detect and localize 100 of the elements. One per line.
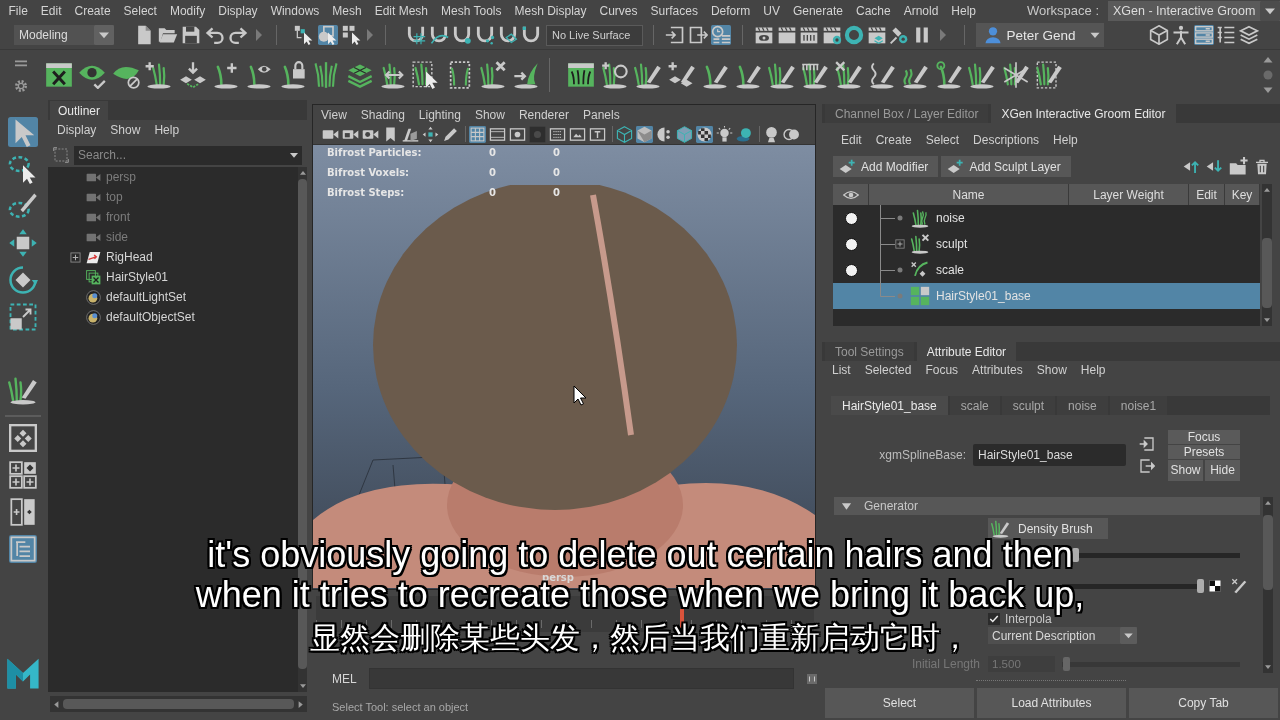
arrow-left-icon[interactable]: [52, 699, 61, 709]
outliner-item[interactable]: HairStyle01: [106, 270, 169, 284]
menu-item[interactable]: Curves: [593, 2, 645, 19]
workspace-dropdown[interactable]: XGen - Interactive Groom: [1108, 0, 1280, 21]
clapperboard-layers-icon[interactable]: [866, 25, 887, 45]
menu-item[interactable]: Cache: [849, 2, 898, 19]
node-tab[interactable]: sculpt: [1001, 396, 1056, 415]
cube-outline-icon[interactable]: [1148, 25, 1169, 45]
lasso-cursor-icon[interactable]: [8, 154, 38, 184]
sphere-stand-icon[interactable]: [763, 125, 780, 143]
outliner-item[interactable]: front: [106, 210, 130, 224]
arrow-up-icon[interactable]: [1263, 186, 1271, 194]
scrollbar-thumb[interactable]: [63, 699, 294, 709]
figure-icon[interactable]: [1171, 25, 1191, 45]
menu-item[interactable]: Mesh Tools: [434, 2, 508, 19]
menu-item[interactable]: Generate: [786, 2, 850, 19]
add-layer-button[interactable]: Add Sculpt Layer: [941, 156, 1071, 177]
outliner-item[interactable]: top: [106, 190, 123, 204]
clapperboard-ring-icon[interactable]: [821, 25, 842, 45]
scale-icon[interactable]: [8, 302, 38, 332]
panel-tab[interactable]: Attribute Editor: [916, 342, 1017, 361]
save-icon[interactable]: [181, 25, 201, 45]
magnet-grid-icon[interactable]: [406, 25, 426, 45]
arrow-right-icon[interactable]: [296, 699, 305, 709]
menu-item[interactable]: Show: [1029, 363, 1074, 377]
menu-item[interactable]: Help: [147, 123, 187, 137]
gear-icon[interactable]: [13, 78, 29, 94]
undo-icon[interactable]: [204, 25, 225, 45]
arrow-down-icon[interactable]: [1264, 663, 1272, 671]
menu-item[interactable]: Descriptions: [966, 133, 1047, 147]
checker-square-icon[interactable]: [1209, 580, 1221, 592]
magnet-icon[interactable]: [521, 25, 541, 45]
menu-item[interactable]: Mesh Display: [508, 2, 594, 19]
menu-item[interactable]: Windows: [264, 2, 326, 19]
circle-frame-icon[interactable]: [509, 125, 526, 143]
scrollbar[interactable]: [1263, 497, 1273, 673]
grass-plus-circle-icon[interactable]: [600, 61, 629, 89]
expand-icon[interactable]: [70, 251, 81, 263]
four-pane-icon[interactable]: [9, 461, 37, 489]
visibility-dot-icon[interactable]: [844, 211, 858, 225]
solid-cube-icon[interactable]: [636, 125, 653, 143]
magnet-point-icon[interactable]: [452, 25, 472, 45]
tiles-brush-icon[interactable]: [667, 61, 696, 89]
scrollbar[interactable]: [50, 696, 307, 712]
clapperboard-icon[interactable]: [776, 25, 797, 45]
outliner-item[interactable]: RigHead: [106, 250, 153, 264]
footer-button[interactable]: Copy Tab: [1129, 688, 1278, 718]
panel-tab[interactable]: XGen Interactive Groom Editor: [991, 104, 1176, 123]
menu-item[interactable]: Edit: [834, 133, 869, 147]
node-tab[interactable]: scale: [949, 396, 1000, 415]
brush-button[interactable]: Density Brush: [988, 518, 1108, 539]
stick-ring-icon[interactable]: [889, 25, 909, 45]
clock-list-icon[interactable]: [711, 25, 731, 45]
column-header[interactable]: Name: [869, 184, 1069, 205]
create-from-dropdown[interactable]: Current Description: [988, 627, 1137, 644]
magnet-plane-icon[interactable]: [498, 25, 518, 45]
magnet-dots-icon[interactable]: [475, 25, 495, 45]
scrollbar-thumb[interactable]: [1262, 238, 1272, 308]
menu-item[interactable]: Select: [918, 133, 967, 147]
frame-brush-icon[interactable]: [1034, 61, 1063, 89]
node-name-field[interactable]: HairStyle01_base: [973, 444, 1126, 466]
x-brush-icon[interactable]: [834, 61, 863, 89]
stem-lock-icon[interactable]: [278, 61, 307, 89]
checker-icon[interactable]: [696, 125, 713, 143]
attribute-list-icon[interactable]: [1193, 25, 1214, 45]
layer-name[interactable]: noise: [936, 211, 965, 225]
expand-icon[interactable]: [895, 239, 905, 249]
grass-brush-icon[interactable]: [968, 61, 997, 89]
menu-item[interactable]: Display: [50, 123, 104, 137]
menu-item[interactable]: File: [2, 2, 35, 19]
grass-x-icon[interactable]: [479, 61, 508, 89]
column-header[interactable]: Layer Weight: [1069, 184, 1189, 205]
menu-item[interactable]: Shading: [353, 107, 412, 122]
snowflake-brush-icon[interactable]: [1001, 61, 1030, 89]
menu-item[interactable]: View: [314, 107, 354, 122]
search-field[interactable]: Search...: [74, 145, 302, 165]
menu-set-dropdown[interactable]: Modeling: [14, 25, 114, 45]
grass-arrows-icon[interactable]: [378, 61, 407, 89]
layers-icon[interactable]: [1238, 25, 1259, 45]
picture-frame-icon[interactable]: [569, 125, 586, 143]
clapperboard-bars-icon[interactable]: [799, 25, 819, 45]
box-arrow-out-icon[interactable]: [1139, 458, 1155, 474]
arrow-down-icon[interactable]: [1263, 316, 1271, 324]
menu-item[interactable]: Lighting: [411, 107, 468, 122]
menu-item[interactable]: Help: [1046, 133, 1085, 147]
layer-name[interactable]: sculpt: [936, 237, 968, 251]
side-button[interactable]: Presets: [1168, 444, 1240, 459]
arrow-up-icon[interactable]: [298, 169, 307, 177]
folder-plus-icon[interactable]: [1229, 157, 1248, 176]
box-arrow-in-icon[interactable]: [1139, 436, 1155, 452]
outliner-item[interactable]: persp: [106, 170, 137, 184]
grass-brush-icon[interactable]: [634, 61, 663, 89]
menu-item[interactable]: Edit Mesh: [368, 2, 435, 19]
sphere-shadow-icon[interactable]: [736, 125, 753, 143]
film-frame-icon[interactable]: [489, 125, 506, 143]
component-cursor-icon[interactable]: [342, 25, 362, 45]
lasso-brush-icon[interactable]: [8, 191, 38, 221]
scrollbar-thumb[interactable]: [1263, 515, 1273, 590]
panel-tab[interactable]: Tool Settings: [825, 342, 914, 361]
move-icon[interactable]: [8, 228, 38, 258]
